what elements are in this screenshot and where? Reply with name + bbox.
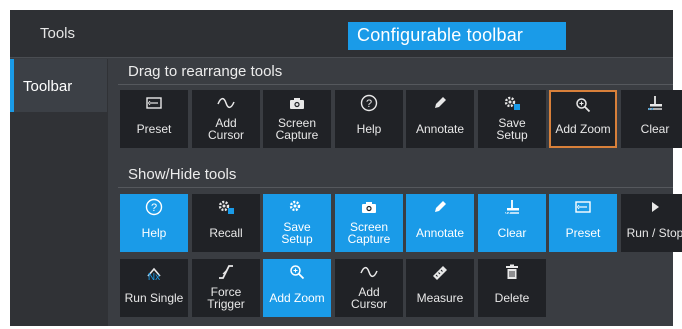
tool-label: Run Single — [124, 291, 184, 305]
tool-run-single-button[interactable]: Nx Run Single — [120, 259, 188, 317]
tool-run-stop-button[interactable]: Run / Stop — [621, 194, 682, 252]
tool-label: Add Cursor — [350, 285, 387, 311]
section-show-hide-title: Show/Hide tools — [118, 162, 673, 188]
tab-toolbar[interactable]: Toolbar — [10, 59, 107, 112]
tool-help-button[interactable]: ? Help — [120, 194, 188, 252]
zoom-icon — [551, 92, 615, 118]
tool-label: Force Trigger — [207, 285, 245, 311]
tool-label: Clear — [640, 122, 670, 136]
camera-icon — [335, 194, 403, 220]
clear-icon — [478, 194, 546, 220]
add-cursor-icon — [335, 259, 403, 285]
tool-delete-button[interactable]: Delete — [478, 259, 546, 317]
tool-measure-button[interactable]: Measure — [406, 259, 474, 317]
ruler-icon — [406, 259, 474, 285]
save-setup-icon — [478, 90, 546, 116]
tool-label: Annotate — [415, 122, 465, 136]
pen-icon — [406, 90, 474, 116]
run-single-icon: Nx — [120, 259, 188, 285]
tool-label: Save Setup — [281, 220, 313, 246]
recall-icon — [192, 194, 260, 220]
tool-add-cursor-button[interactable]: Add Cursor — [335, 259, 403, 317]
toolbar-preset-button[interactable]: Preset — [120, 90, 188, 148]
section-drag-title: Drag to rearrange tools — [118, 59, 673, 85]
svg-text:?: ? — [151, 202, 157, 214]
tool-add-zoom-button[interactable]: Add Zoom — [263, 259, 331, 317]
preset-icon — [549, 194, 617, 220]
pen-icon — [406, 194, 474, 220]
tools-dialog: Tools Configurable toolbar Toolbar Drag … — [10, 10, 682, 326]
force-trigger-icon — [192, 259, 260, 285]
tool-label: Recall — [209, 226, 243, 240]
tool-label: Preset — [565, 226, 601, 240]
help-icon: ? — [335, 90, 403, 116]
trash-icon — [478, 259, 546, 285]
tool-clear-button[interactable]: Clear — [478, 194, 546, 252]
tool-screen-capture-button[interactable]: Screen Capture — [335, 194, 403, 252]
add-cursor-icon — [192, 90, 260, 116]
tool-label: Preset — [136, 122, 172, 136]
tool-force-trigger-button[interactable]: Force Trigger — [192, 259, 260, 317]
tool-label: Save Setup — [496, 116, 528, 142]
camera-icon — [263, 90, 331, 116]
tool-label: Annotate — [415, 226, 465, 240]
tool-label: Add Cursor — [207, 116, 244, 142]
tool-annotate-button[interactable]: Annotate — [406, 194, 474, 252]
tool-label: Clear — [497, 226, 527, 240]
help-icon: ? — [120, 194, 188, 220]
sidebar: Toolbar — [10, 59, 108, 326]
toolbar-add-cursor-button[interactable]: Add Cursor — [192, 90, 260, 148]
tool-label: Add Zoom — [555, 122, 611, 136]
tool-recall-button[interactable]: Recall — [192, 194, 260, 252]
toolbar-clear-button[interactable]: Clear — [621, 90, 682, 148]
toolbar-screen-capture-button[interactable]: Screen Capture — [263, 90, 331, 148]
tool-save-setup-button[interactable]: Save Setup — [263, 194, 331, 252]
toolbar-help-button[interactable]: ? Help — [335, 90, 403, 148]
tool-label: Measure — [416, 291, 464, 305]
run-single-badge: Nx — [147, 271, 161, 283]
preset-icon — [120, 90, 188, 116]
tool-label: Screen Capture — [275, 116, 319, 142]
tool-label: Delete — [494, 291, 530, 305]
toolbar-add-zoom-button[interactable]: Add Zoom — [549, 90, 617, 148]
dialog-title: Tools — [40, 25, 76, 42]
run-stop-icon — [621, 194, 682, 220]
clear-icon — [621, 90, 682, 116]
toolbar-save-setup-button[interactable]: Save Setup — [478, 90, 546, 148]
tool-label: Screen Capture — [347, 220, 391, 246]
tool-label: Help — [141, 226, 167, 240]
tool-label: Add Zoom — [269, 291, 325, 305]
toolbar-annotate-button[interactable]: Annotate — [406, 90, 474, 148]
svg-text:?: ? — [366, 98, 372, 110]
zoom-icon — [263, 259, 331, 285]
save-setup-icon — [263, 194, 331, 220]
dialog-header: Tools Configurable toolbar — [10, 10, 673, 58]
tool-label: Help — [356, 122, 382, 136]
callout-label: Configurable toolbar — [348, 22, 566, 50]
tool-label: Run / Stop — [626, 226, 682, 240]
tool-preset-button[interactable]: Preset — [549, 194, 617, 252]
